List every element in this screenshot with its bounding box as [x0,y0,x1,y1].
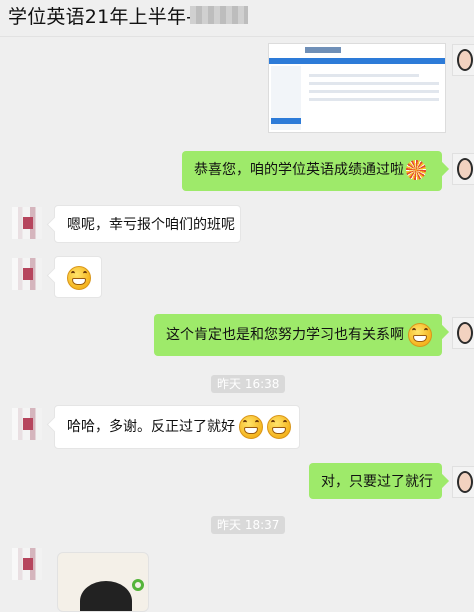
contact-avatar[interactable] [12,408,42,440]
grin-emoji [267,415,291,439]
my-avatar[interactable] [452,317,474,349]
shared-photo-image[interactable] [57,552,149,612]
contact-avatar[interactable] [12,258,42,290]
contact-avatar[interactable] [12,548,42,580]
chat-title: 学位英语21年上半年- [8,6,194,28]
message-text: 对，只要过了就行 [321,474,433,490]
message-text: 恭喜您，咱的学位英语成绩通过啦 [194,162,404,178]
contact-avatar[interactable] [12,207,42,239]
redacted-title-part [190,6,248,24]
firework-icon [406,160,426,180]
message-bubble-outgoing[interactable]: 这个肯定也是和您努力学习也有关系啊 [154,314,442,356]
message-bubble-incoming[interactable]: 嗯呢，幸亏报个咱们的班呢 [54,205,241,243]
message-text: 这个肯定也是和您努力学习也有关系啊 [166,327,404,343]
chat-header: 学位英语21年上半年- [0,0,474,37]
grin-emoji [408,323,432,347]
message-bubble-incoming[interactable]: 哈哈，多谢。反正过了就好 [54,405,300,449]
my-avatar[interactable] [452,466,474,498]
message-bubble-outgoing[interactable]: 恭喜您，咱的学位英语成绩通过啦 [182,151,442,191]
my-avatar[interactable] [452,44,474,76]
laugh-cry-emoji [67,266,91,290]
message-text: 哈哈，多谢。反正过了就好 [67,419,235,435]
my-avatar[interactable] [452,153,474,185]
shared-screenshot-image[interactable] [268,43,446,133]
message-text: 嗯呢，幸亏报个咱们的班呢 [67,217,235,233]
message-bubble-outgoing[interactable]: 对，只要过了就行 [309,463,442,499]
timestamp-divider: 昨天 16:38 [211,375,286,393]
timestamp-divider: 昨天 18:37 [211,516,286,534]
message-bubble-incoming[interactable] [54,256,102,298]
grin-emoji [239,415,263,439]
